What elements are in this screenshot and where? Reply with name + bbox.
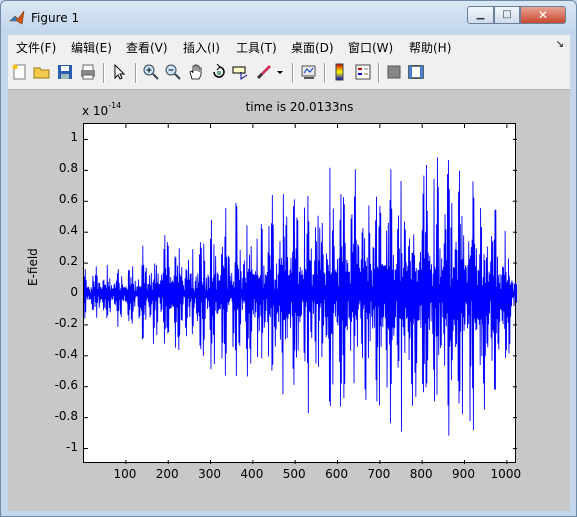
legend-icon[interactable] [354,63,372,81]
menu-file[interactable]: 文件(F) [16,39,56,56]
figure-window: Figure 1 ▁ □ ✕ 文件(F) 编辑(E) 查看(V) 插入(I) 工… [0,0,577,517]
toolbar-separator [103,63,105,83]
menu-help[interactable]: 帮助(H) [409,39,451,56]
y-tick-label: 0 [70,285,78,299]
pointer-icon[interactable] [111,63,129,81]
exponent-power: -14 [108,101,122,110]
exponent-base: x 10 [82,104,109,118]
close-button[interactable]: ✕ [520,6,566,24]
window-title: Figure 1 [31,11,80,25]
link-plot-icon[interactable] [300,63,318,81]
toolbar-separator [378,63,380,83]
x-tick-label: 900 [452,467,475,481]
y-axis-label: E-field [26,248,40,286]
print-icon[interactable] [79,63,97,81]
menu-desktop[interactable]: 桌面(D) [291,39,334,56]
title-bar[interactable]: Figure 1 ▁ □ ✕ [1,1,576,35]
open-file-icon[interactable] [33,63,51,81]
x-tick-label: 600 [325,467,348,481]
toolbar-separator [135,63,137,83]
pan-icon[interactable] [187,63,205,81]
plot-axes[interactable] [83,123,517,464]
y-tick-label: -0.6 [54,377,78,392]
x-tick-label: 700 [367,467,391,481]
data-cursor-icon[interactable] [232,63,250,81]
menu-insert[interactable]: 插入(I) [183,39,220,56]
x-tick-label: 800 [409,467,433,481]
figure-client: 文件(F) 编辑(E) 查看(V) 插入(I) 工具(T) 桌面(D) 窗口(W… [8,35,570,511]
menu-bar: 文件(F) 编辑(E) 查看(V) 插入(I) 工具(T) 桌面(D) 窗口(W… [8,35,570,57]
y-tick-label: -0.2 [54,315,78,330]
y-tick-label: 0.8 [58,161,78,176]
y-tick-label: -0.4 [54,346,78,361]
y-tick-label: 0.4 [58,223,78,238]
efield-plot [84,124,517,464]
zoom-out-icon[interactable] [164,63,182,81]
minimize-button[interactable]: ▁ [467,6,494,24]
menu-window[interactable]: 窗口(W) [348,39,393,56]
x-tick-label: 300 [198,467,221,481]
figure-toolbar [8,57,570,90]
menu-tools[interactable]: 工具(T) [236,39,277,56]
brush-menu-icon[interactable] [275,63,285,81]
brush-icon[interactable] [255,63,273,81]
menu-dock-arrow[interactable]: ↘ [556,39,564,50]
figure-canvas[interactable]: time is 20.0133ns x 10-14 E-field -1 -0.8… [8,90,570,511]
matlab-icon [9,10,25,25]
colorbar-icon[interactable] [331,63,349,81]
y-tick-label: 1 [70,130,78,145]
x-tick-label: 200 [155,467,179,481]
x-tick-label: 500 [282,467,306,481]
show-plot-tools-icon[interactable] [407,63,425,81]
new-figure-icon[interactable] [11,63,29,81]
zoom-in-icon[interactable] [142,63,160,81]
menu-view[interactable]: 查看(V) [126,39,168,56]
maximize-button[interactable]: □ [494,6,520,24]
x-tick-label: 100 [113,467,137,481]
y-tick-label: 0.2 [58,254,78,269]
y-axis-exponent: x 10-14 [82,101,122,118]
x-tick-label: 1000 [490,467,522,481]
menu-edit[interactable]: 编辑(E) [71,39,112,56]
x-tick-label: 400 [240,467,264,481]
y-tick-label: 0.6 [58,192,78,207]
save-icon[interactable] [56,63,74,81]
toolbar-separator [324,63,326,83]
y-tick-label: -0.8 [54,408,78,423]
rotate-3d-icon[interactable] [210,63,228,81]
efield-series-line [84,157,517,436]
y-tick-label: -1 [66,439,78,454]
toolbar-separator [292,63,294,83]
hide-plot-tools-icon[interactable] [385,63,403,81]
plot-title: time is 20.0133ns [245,100,354,114]
